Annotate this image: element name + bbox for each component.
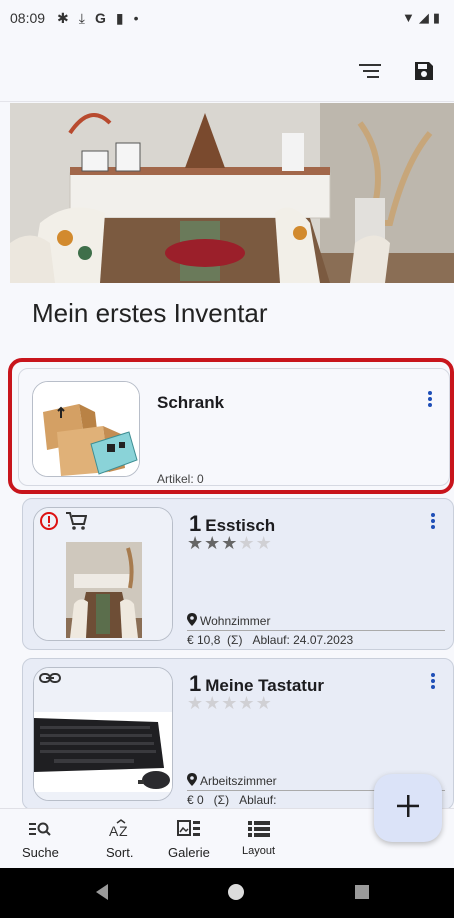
- star-filled-icon: ★: [221, 533, 239, 553]
- download-icon: ⤓: [78, 10, 85, 26]
- item-price-expiry: € 0 (Σ) Ablauf:: [187, 793, 277, 807]
- star-empty-icon: ★: [187, 693, 205, 713]
- item-name: Schrank: [157, 393, 225, 412]
- nav-gallery[interactable]: Galerie: [168, 819, 210, 860]
- star-empty-icon: ★: [204, 693, 222, 713]
- link-icon: [39, 671, 61, 690]
- sim-card-icon: ▮: [115, 10, 124, 26]
- system-navigation-bar: [0, 868, 454, 918]
- item-location: Arbeitszimmer: [200, 774, 277, 788]
- inventory-title: Mein erstes Inventar: [32, 298, 268, 328]
- status-bar: 08:09 ✱ ⤓ G ▮ • ▼ ◢ ▮: [0, 0, 454, 40]
- divider: [187, 630, 445, 631]
- rating-stars: ★★★★★: [187, 693, 273, 714]
- item-location: Wohnzimmer: [200, 614, 271, 628]
- item-price-expiry: € 10,8 (Σ) Ablauf: 24.07.2023: [187, 633, 354, 647]
- box-image: [32, 381, 140, 477]
- more-options-icon[interactable]: [425, 671, 441, 691]
- location-pin-icon: [187, 613, 197, 629]
- layout-list-icon: [247, 819, 270, 839]
- nav-layout-label: Layout: [242, 845, 276, 857]
- back-icon[interactable]: [92, 882, 112, 907]
- nav-search[interactable]: Suche: [22, 819, 59, 860]
- svg-text:A: A: [109, 823, 119, 839]
- svg-text:Z: Z: [119, 823, 128, 839]
- nav-sort[interactable]: AZ Sort.: [106, 819, 133, 860]
- battery-icon: ▮: [432, 10, 440, 25]
- search-list-icon: [29, 819, 52, 839]
- plus-icon: [395, 793, 421, 824]
- star-empty-icon: ★: [255, 533, 273, 553]
- settings-icon: ✱: [57, 10, 69, 26]
- signal-icon: ◢: [418, 10, 429, 25]
- star-filled-icon: ★: [187, 533, 205, 553]
- nav-search-label: Suche: [22, 845, 59, 860]
- status-time: 08:09: [10, 10, 46, 26]
- gallery-icon: [176, 819, 201, 839]
- save-icon[interactable]: [410, 57, 438, 85]
- more-options-icon[interactable]: [425, 511, 441, 531]
- add-item-button[interactable]: [374, 774, 442, 842]
- star-empty-icon: ★: [221, 693, 239, 713]
- star-empty-icon: ★: [238, 693, 256, 713]
- item-article-count: Artikel: 0: [157, 472, 204, 486]
- rating-stars: ★★★★★: [187, 533, 273, 554]
- inventory-cover-image: [10, 103, 454, 283]
- location-pin-icon: [187, 773, 197, 789]
- cart-icon: [65, 511, 88, 536]
- nav-layout[interactable]: Layout: [242, 819, 275, 857]
- notification-dot: •: [133, 10, 139, 26]
- home-icon[interactable]: [226, 882, 246, 907]
- more-options-icon[interactable]: [422, 389, 438, 409]
- google-icon: G: [94, 10, 106, 26]
- star-filled-icon: ★: [204, 533, 222, 553]
- sort-az-icon: AZ: [108, 819, 132, 839]
- filter-list-icon[interactable]: [356, 57, 384, 85]
- nav-gallery-label: Galerie: [168, 845, 210, 860]
- wifi-icon: ▼: [401, 10, 415, 25]
- top-toolbar: [0, 40, 454, 102]
- recents-icon[interactable]: [352, 882, 372, 907]
- alert-icon: [39, 511, 59, 536]
- list-item-schrank[interactable]: Schrank Artikel: 0: [8, 358, 454, 494]
- star-empty-icon: ★: [255, 693, 273, 713]
- list-item-esstisch[interactable]: 1 Esstisch ★★★★★ Wohnzimmer € 10,8 (Σ) Ab…: [22, 498, 454, 650]
- star-empty-icon: ★: [238, 533, 256, 553]
- nav-sort-label: Sort.: [106, 845, 134, 860]
